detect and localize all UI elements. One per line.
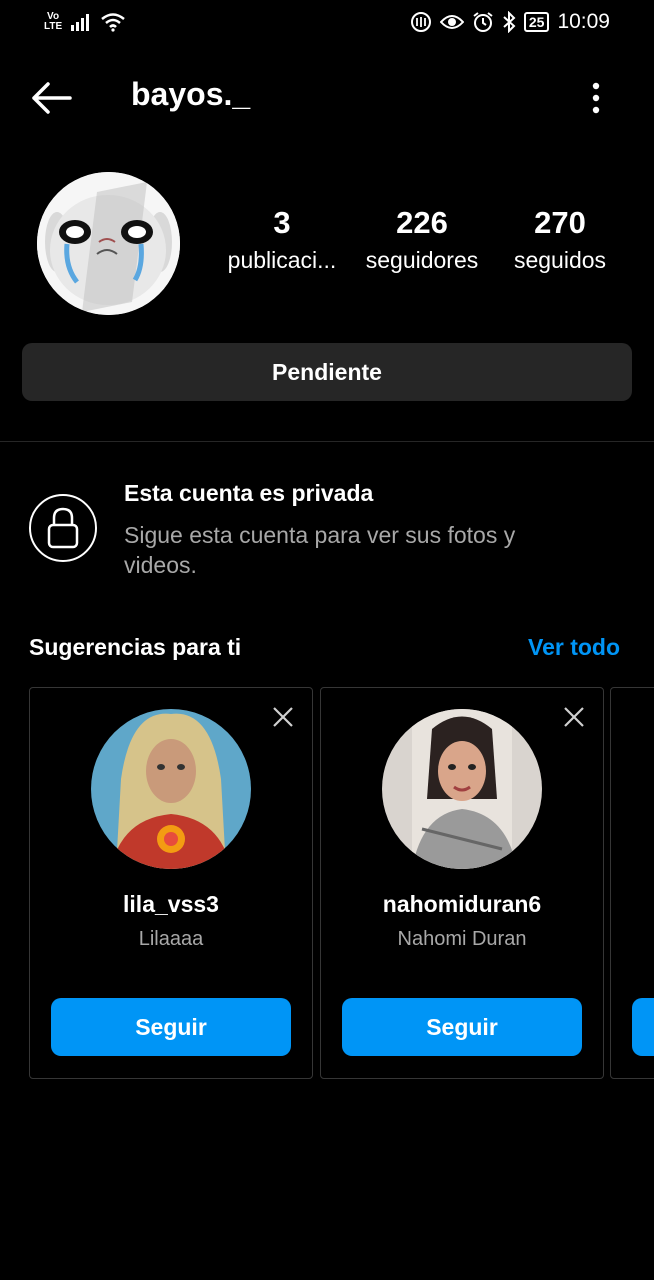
stat-following-value: 270 <box>534 205 586 240</box>
volte-indicator: Vo LTE <box>44 12 62 32</box>
status-right: 25 10:09 <box>410 10 610 34</box>
status-left: Vo LTE <box>44 12 126 32</box>
battery-icon: 25 <box>523 12 550 32</box>
signal-icon <box>71 14 90 31</box>
pending-button[interactable]: Pendiente <box>22 343 632 401</box>
status-time: 10:09 <box>557 10 610 33</box>
eye-icon <box>439 15 464 29</box>
follow-button[interactable]: Seguir <box>342 998 582 1056</box>
close-icon[interactable] <box>272 706 294 728</box>
suggestion-avatar[interactable] <box>382 709 542 869</box>
lock-icon <box>29 494 97 562</box>
suggestion-username: nahomiduran6 <box>382 891 542 917</box>
profile-avatar[interactable] <box>37 172 180 315</box>
stat-posts-label: publicaci... <box>227 247 337 273</box>
follow-button[interactable]: Seguir <box>51 998 291 1056</box>
close-icon[interactable] <box>563 706 585 728</box>
suggestion-username: lila_vss3 <box>123 891 219 917</box>
avatar-image <box>37 172 180 315</box>
suggestion-avatar[interactable] <box>91 709 251 869</box>
see-all-link[interactable]: Ver todo <box>528 634 620 661</box>
status-bar: Vo LTE 25 10:09 <box>0 0 654 46</box>
suggestion-card[interactable]: nahomiduran6 Nahomi Duran Seguir <box>320 687 604 1079</box>
nfc-icon <box>410 12 431 32</box>
suggestion-card-partial[interactable] <box>610 687 654 1079</box>
bluetooth-icon <box>503 11 516 33</box>
stat-posts-value: 3 <box>273 205 291 240</box>
back-arrow-icon[interactable] <box>28 78 74 118</box>
follow-button-partial[interactable] <box>632 998 654 1056</box>
private-title: Esta cuenta es privada <box>124 480 374 506</box>
profile-username: bayos._ <box>131 76 251 112</box>
stat-followers[interactable]: 226 seguidores <box>352 205 492 279</box>
stat-following-label: seguidos <box>513 247 607 273</box>
suggestions-title: Sugerencias para ti <box>29 634 242 660</box>
wifi-icon <box>101 13 125 32</box>
private-description: Sigue esta cuenta para ver sus fotos y v… <box>124 522 516 578</box>
stat-followers-label: seguidores <box>365 247 479 273</box>
suggestion-fullname: Lilaaaa <box>138 928 204 950</box>
suggestion-fullname: Nahomi Duran <box>397 928 527 950</box>
stat-following[interactable]: 270 seguidos <box>490 205 630 279</box>
more-options-icon[interactable] <box>584 78 608 118</box>
stat-posts[interactable]: 3 publicaci... <box>212 205 352 279</box>
stat-followers-value: 226 <box>396 205 448 240</box>
alarm-icon <box>473 12 493 32</box>
volte-bottom: LTE <box>44 21 63 32</box>
suggestion-card[interactable]: lila_vss3 Lilaaaa Seguir <box>29 687 313 1079</box>
divider <box>0 441 654 442</box>
